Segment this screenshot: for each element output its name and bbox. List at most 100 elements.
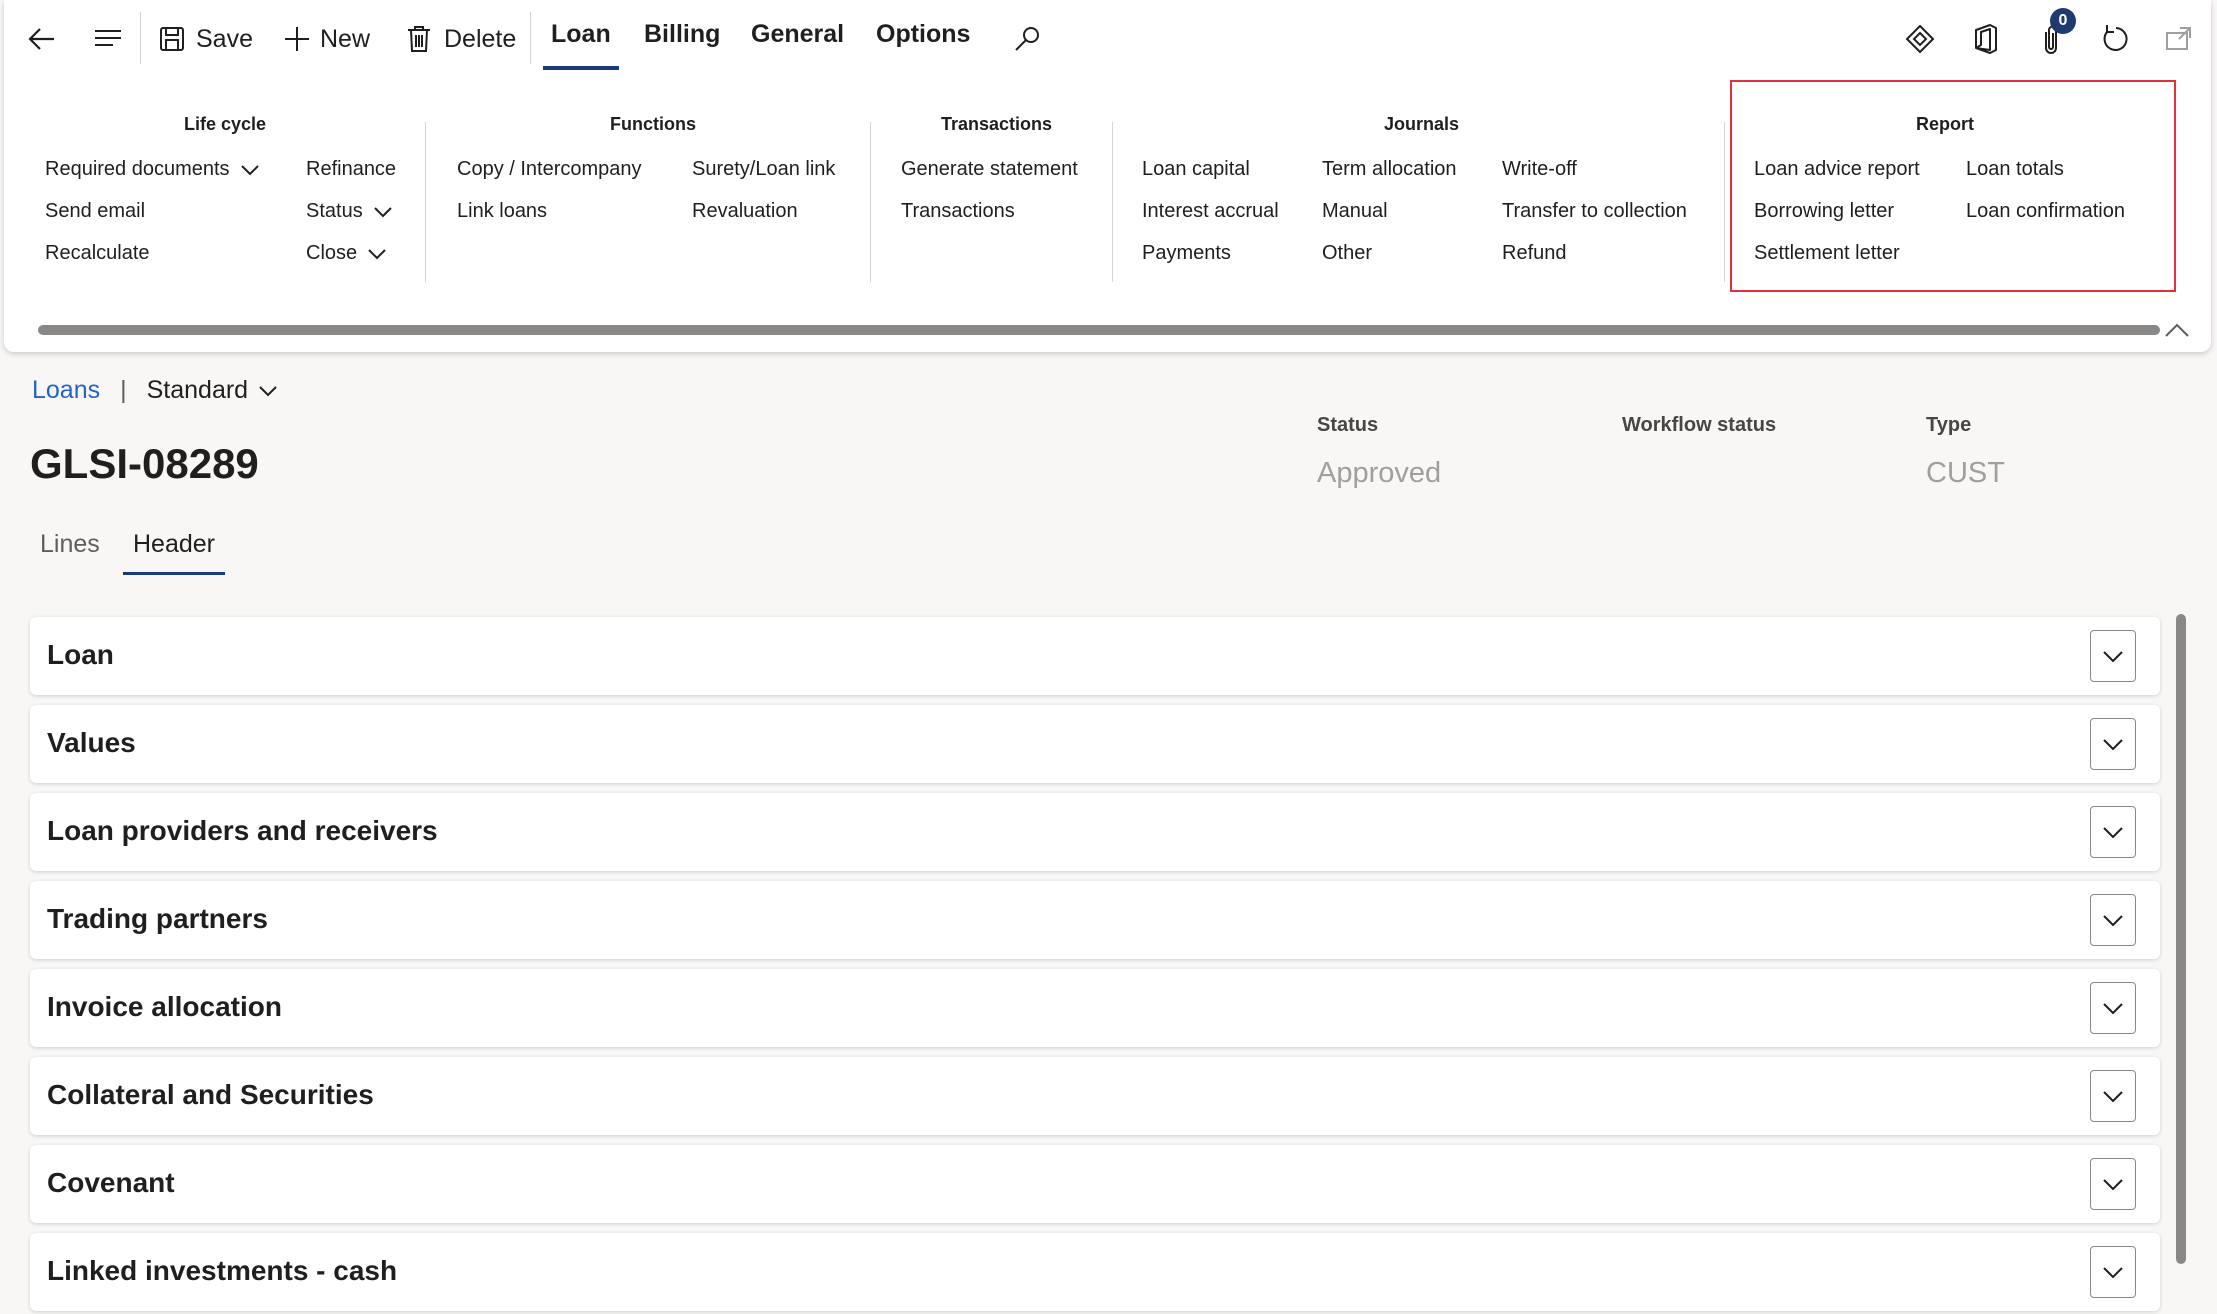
copy-intercompany-label: Copy / Intercompany (457, 158, 642, 180)
borrowing-letter-button[interactable]: Borrowing letter (1754, 200, 1894, 223)
loan-totals-button[interactable]: Loan totals (1966, 158, 2064, 181)
fasttab-loan[interactable]: Loan (30, 617, 2160, 695)
fasttab-collateral-and-securities[interactable]: Collateral and Securities (30, 1057, 2160, 1135)
other-label: Other (1322, 242, 1373, 264)
chevron-down-icon (2103, 739, 2123, 751)
loan-capital-label: Loan capital (1142, 158, 1250, 180)
tab-general[interactable]: General (751, 20, 844, 49)
breadcrumb-loans-link[interactable]: Loans (32, 376, 100, 405)
chevron-down-icon (2103, 915, 2123, 927)
refinance-button[interactable]: Refinance (306, 158, 396, 181)
fasttab-covenant[interactable]: Covenant (30, 1145, 2160, 1223)
group-title-transactions: Transactions (941, 114, 1053, 134)
write-off-button[interactable]: Write-off (1502, 158, 1577, 181)
toolbar: Save New Delete Loan Billing General Opt… (4, 0, 2211, 80)
back-button[interactable] (26, 18, 58, 60)
copy-intercompany-button[interactable]: Copy / Intercompany (457, 158, 642, 181)
chevron-down-icon (2103, 1003, 2123, 1015)
ribbon-horizontal-scrollbar[interactable] (38, 325, 2160, 335)
expand-button[interactable] (2090, 1158, 2136, 1210)
refinance-label: Refinance (306, 158, 397, 180)
payments-button[interactable]: Payments (1142, 242, 1231, 265)
settlement-letter-label: Settlement letter (1754, 242, 1900, 264)
close-menu-button[interactable]: Close (306, 242, 387, 265)
status-summary: Status Approved (1317, 414, 1441, 490)
expand-button[interactable] (2090, 718, 2136, 770)
type-value: CUST (1926, 457, 2005, 489)
required-documents-button[interactable]: Required documents (45, 158, 260, 181)
loan-capital-button[interactable]: Loan capital (1142, 158, 1250, 181)
tab-lines[interactable]: Lines (40, 530, 100, 559)
expand-button[interactable] (2090, 894, 2136, 946)
attachments-count-badge: 0 (2050, 8, 2076, 34)
generate-statement-button[interactable]: Generate statement (901, 158, 1078, 181)
transactions-button[interactable]: Transactions (901, 200, 1015, 223)
link-loans-button[interactable]: Link loans (457, 200, 547, 223)
group-divider (425, 122, 426, 282)
group-title-journals: Journals (1384, 114, 1460, 134)
term-allocation-button[interactable]: Term allocation (1322, 158, 1457, 181)
chevron-down-icon (2103, 827, 2123, 839)
power-apps-button[interactable] (1904, 18, 1936, 60)
chevron-down-icon (2103, 1267, 2123, 1279)
tab-header[interactable]: Header (123, 530, 225, 575)
fasttab-loan-providers-and-receivers[interactable]: Loan providers and receivers (30, 793, 2160, 871)
fasttab-title: Collateral and Securities (47, 1079, 374, 1110)
other-button[interactable]: Other (1322, 242, 1372, 265)
menu-icon (95, 30, 121, 46)
surety-loan-link-button[interactable]: Surety/Loan link (692, 158, 835, 181)
collapse-ribbon-button[interactable] (2162, 318, 2192, 342)
view-selector-label: Standard (146, 376, 249, 404)
manual-label: Manual (1322, 200, 1388, 222)
save-button[interactable]: Save (158, 18, 253, 60)
view-selector[interactable]: Standard (147, 376, 278, 405)
borrowing-letter-label: Borrowing letter (1754, 200, 1895, 222)
expand-button[interactable] (2090, 982, 2136, 1034)
save-icon (160, 27, 184, 51)
revaluation-button[interactable]: Revaluation (692, 200, 798, 223)
group-divider (1724, 122, 1725, 282)
delete-button[interactable]: Delete (406, 18, 516, 60)
new-label: New (320, 24, 371, 53)
status-label: Status (1317, 414, 1379, 436)
tab-loan[interactable]: Loan (543, 20, 619, 70)
refund-button[interactable]: Refund (1502, 242, 1567, 265)
navigation-menu-button[interactable] (92, 18, 124, 60)
expand-button[interactable] (2090, 806, 2136, 858)
new-button[interactable]: New (282, 18, 370, 60)
transfer-to-collection-button[interactable]: Transfer to collection (1502, 200, 1687, 223)
fasttab-trading-partners[interactable]: Trading partners (30, 881, 2160, 959)
expand-button[interactable] (2090, 1246, 2136, 1298)
manual-button[interactable]: Manual (1322, 200, 1388, 223)
recalculate-button[interactable]: Recalculate (45, 242, 150, 265)
open-new-window-button[interactable] (2164, 18, 2194, 60)
page-vertical-scrollbar[interactable] (2176, 614, 2186, 1264)
surety-loan-link-label: Surety/Loan link (692, 158, 836, 180)
fasttab-linked-investments-cash[interactable]: Linked investments - cash (30, 1233, 2160, 1311)
settlement-letter-button[interactable]: Settlement letter (1754, 242, 1900, 265)
group-divider (1112, 122, 1113, 282)
status-menu-button[interactable]: Status (306, 200, 393, 223)
search-button[interactable] (1012, 18, 1042, 60)
office-button[interactable] (1972, 18, 2000, 60)
action-pane: Save New Delete Loan Billing General Opt… (4, 0, 2211, 352)
chevron-down-icon (368, 248, 386, 259)
refresh-button[interactable] (2100, 18, 2132, 60)
send-email-button[interactable]: Send email (45, 200, 145, 223)
loan-confirmation-button[interactable]: Loan confirmation (1966, 200, 2125, 223)
attachments-button[interactable]: 0 (2038, 8, 2076, 60)
tab-billing[interactable]: Billing (644, 20, 720, 49)
workflow-status-summary: Workflow status (1622, 414, 1776, 457)
fasttab-title: Covenant (47, 1167, 175, 1198)
expand-button[interactable] (2090, 1070, 2136, 1122)
chevron-down-icon (373, 206, 392, 217)
expand-button[interactable] (2090, 630, 2136, 682)
revaluation-label: Revaluation (692, 200, 798, 222)
tab-options[interactable]: Options (876, 20, 970, 49)
payments-label: Payments (1142, 242, 1231, 264)
interest-accrual-button[interactable]: Interest accrual (1142, 200, 1279, 223)
fasttab-invoice-allocation[interactable]: Invoice allocation (30, 969, 2160, 1047)
breadcrumb-separator: | (120, 376, 127, 404)
fasttab-values[interactable]: Values (30, 705, 2160, 783)
loan-advice-report-button[interactable]: Loan advice report (1754, 158, 1920, 181)
